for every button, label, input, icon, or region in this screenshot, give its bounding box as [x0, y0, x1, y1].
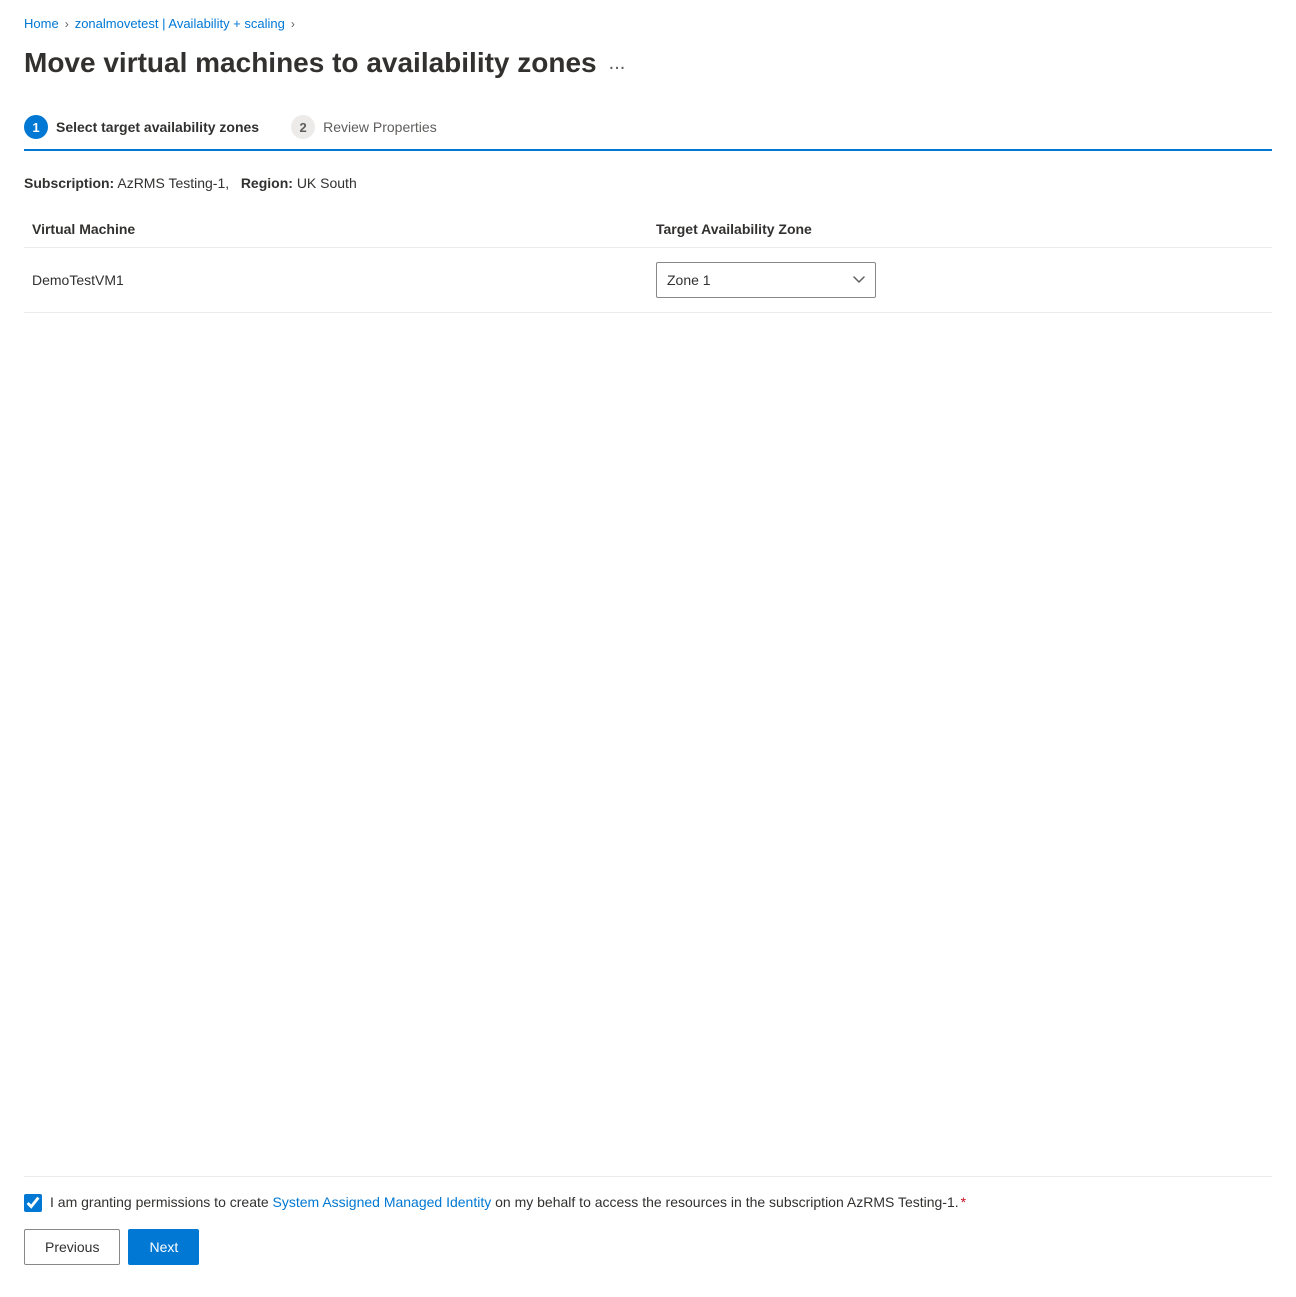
required-star: * — [961, 1194, 966, 1210]
breadcrumb-resource[interactable]: zonalmovetest | Availability + scaling — [75, 16, 285, 31]
content-area: Subscription: AzRMS Testing-1, Region: U… — [24, 175, 1272, 1176]
region-value: UK South — [297, 175, 357, 191]
steps-nav: 1 Select target availability zones 2 Rev… — [24, 107, 1272, 151]
consent-checkbox[interactable] — [24, 1194, 42, 1212]
consent-prefix: I am granting permissions to create — [50, 1194, 269, 1210]
consent-row: I am granting permissions to create Syst… — [24, 1193, 1272, 1213]
step-2-circle: 2 — [291, 115, 315, 139]
step-1-circle: 1 — [24, 115, 48, 139]
step-1-label: Select target availability zones — [56, 119, 259, 135]
breadcrumb-sep-2: › — [291, 17, 295, 31]
region-label: Region: — [241, 175, 293, 191]
step-1[interactable]: 1 Select target availability zones — [24, 107, 275, 151]
column-zone-header: Target Availability Zone — [648, 211, 1272, 248]
consent-text: I am granting permissions to create Syst… — [50, 1193, 966, 1213]
vm-name-cell: DemoTestVM1 — [24, 248, 648, 313]
subscription-info: Subscription: AzRMS Testing-1, Region: U… — [24, 175, 1272, 191]
zone-cell: Zone 1Zone 2Zone 3 — [648, 248, 1272, 313]
consent-suffix-text: on my behalf to access the resources in … — [495, 1194, 959, 1210]
breadcrumb-home[interactable]: Home — [24, 16, 59, 31]
buttons-row: Previous Next — [24, 1229, 1272, 1265]
subscription-label: Subscription: — [24, 175, 114, 191]
step-2[interactable]: 2 Review Properties — [275, 107, 453, 149]
footer-section: I am granting permissions to create Syst… — [24, 1176, 1272, 1281]
table-row: DemoTestVM1Zone 1Zone 2Zone 3 — [24, 248, 1272, 313]
breadcrumb: Home › zonalmovetest | Availability + sc… — [24, 16, 1272, 31]
managed-identity-link[interactable]: System Assigned Managed Identity — [273, 1194, 492, 1210]
column-vm-header: Virtual Machine — [24, 211, 648, 248]
previous-button[interactable]: Previous — [24, 1229, 120, 1265]
next-button[interactable]: Next — [128, 1229, 199, 1265]
vm-table: Virtual Machine Target Availability Zone… — [24, 211, 1272, 313]
zone-select[interactable]: Zone 1Zone 2Zone 3 — [656, 262, 876, 298]
breadcrumb-sep-1: › — [65, 17, 69, 31]
step-2-label: Review Properties — [323, 119, 437, 135]
more-options-icon[interactable]: ... — [609, 52, 626, 75]
subscription-value: AzRMS Testing-1, — [117, 175, 229, 191]
page-title: Move virtual machines to availability zo… — [24, 47, 597, 79]
